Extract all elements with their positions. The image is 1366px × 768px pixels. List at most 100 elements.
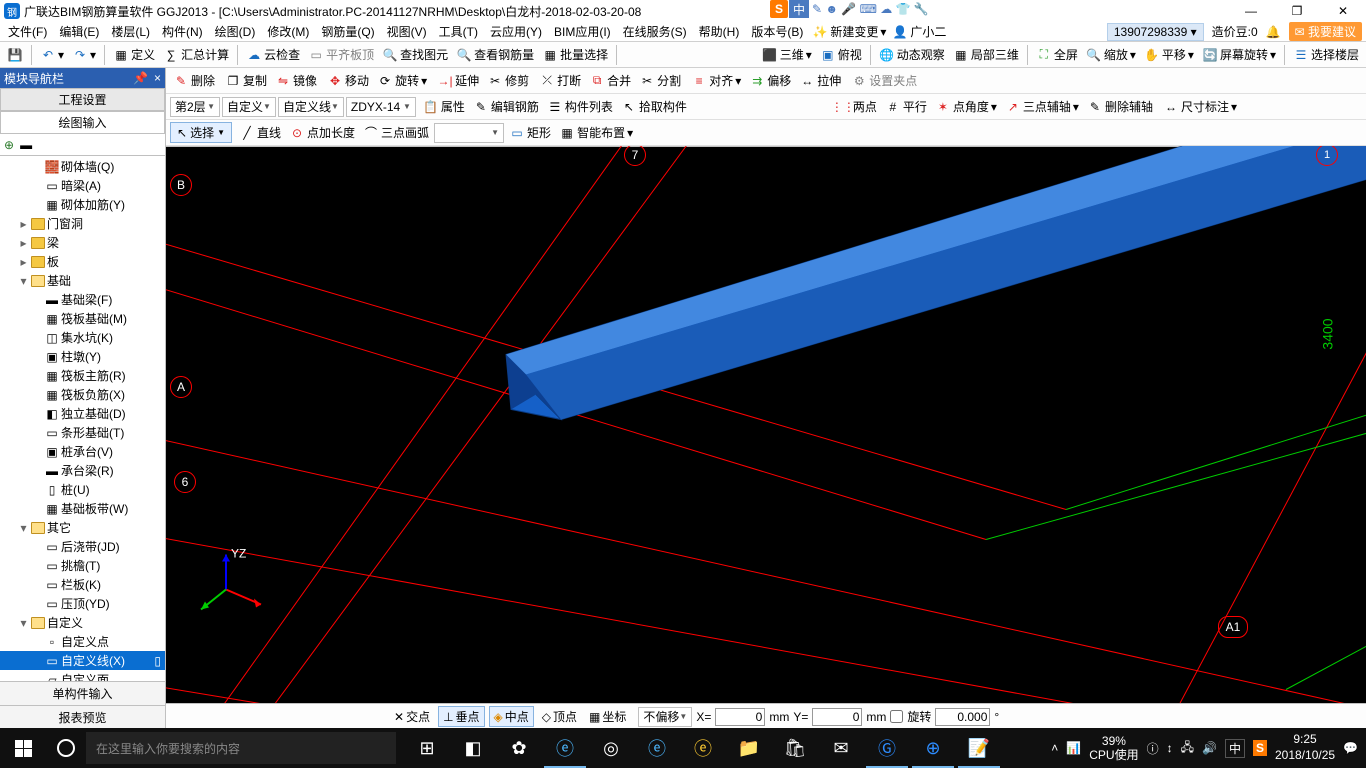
line-tool-button[interactable]: ╱直线 <box>236 123 284 142</box>
task-mail-button[interactable]: ✉ <box>818 728 864 768</box>
x-input[interactable] <box>715 708 765 726</box>
pick-component-button[interactable]: ↖拾取构件 <box>618 97 690 116</box>
tree-item[interactable]: ▬基础梁(F) <box>0 290 165 309</box>
tree-item[interactable]: ▱自定义面 <box>0 670 165 681</box>
tree-item[interactable]: ▦基础板带(W) <box>0 499 165 518</box>
suggestion-button[interactable]: ✉ 我要建议 <box>1289 22 1362 41</box>
snap-intersection[interactable]: ✕交点 <box>390 707 434 726</box>
y-input[interactable] <box>812 708 862 726</box>
tray-network-icon[interactable]: 🖧 <box>1181 738 1194 759</box>
menu-draw[interactable]: 绘图(D) <box>209 23 262 40</box>
offset-mode-dropdown[interactable]: 不偏移▼ <box>638 707 692 727</box>
offset-button[interactable]: ⇉偏移 <box>746 71 794 90</box>
task-view-button[interactable]: ⊞ <box>404 728 450 768</box>
minimize-button[interactable]: — <box>1228 0 1274 22</box>
menu-modify[interactable]: 修改(M) <box>261 23 315 40</box>
tree-item[interactable]: ▦筏板基础(M) <box>0 309 165 328</box>
split-button[interactable]: ✂分割 <box>636 71 684 90</box>
report-preview-tab[interactable]: 报表预览 <box>0 705 165 729</box>
task-app-3[interactable]: ◎ <box>588 728 634 768</box>
rectangle-tool-button[interactable]: ▭矩形 <box>506 123 554 142</box>
screen-rotate-button[interactable]: 🔄屏幕旋转 ▾ <box>1199 45 1279 64</box>
tree-item[interactable]: ▣桩承台(V) <box>0 442 165 461</box>
expand-all-icon[interactable]: ⊕ <box>4 138 14 152</box>
menu-view[interactable]: 视图(V) <box>381 23 433 40</box>
menu-cloud[interactable]: 云应用(Y) <box>484 23 548 40</box>
tray-graph-icon[interactable]: 📊 <box>1066 741 1081 755</box>
task-ie-button[interactable]: ⓔ <box>542 728 588 768</box>
task-app-5[interactable]: 📝 <box>956 728 1002 768</box>
top-view-button[interactable]: ▣俯视 <box>817 45 865 64</box>
rotate-button[interactable]: ⟳旋转 ▾ <box>374 71 430 90</box>
cloud-check-button[interactable]: ☁云检查 <box>243 45 303 64</box>
task-app-4[interactable]: Ⓖ <box>864 728 910 768</box>
angle-input[interactable] <box>935 708 990 726</box>
tree-item[interactable]: ▦筏板负筋(X) <box>0 385 165 404</box>
select-tool-button[interactable]: ↖选择 ▼ <box>170 122 232 143</box>
smart-layout-button[interactable]: ▦智能布置 ▾ <box>556 123 636 142</box>
snap-vertex[interactable]: ◇顶点 <box>538 707 581 726</box>
collapse-all-icon[interactable]: ▬ <box>20 138 32 152</box>
tree-item[interactable]: 🧱砌体墙(Q) <box>0 157 165 176</box>
task-app-2[interactable]: ✿ <box>496 728 542 768</box>
tree-item[interactable]: ▭后浇带(JD) <box>0 537 165 556</box>
delete-button[interactable]: ✎删除 <box>170 71 218 90</box>
snap-coordinate[interactable]: ▦坐标 <box>585 707 630 726</box>
tree-item[interactable]: ▾自定义 <box>0 613 165 632</box>
set-grip-button[interactable]: ⚙设置夹点 <box>848 71 920 90</box>
flat-top-button[interactable]: ▭平齐板顶 <box>305 45 377 64</box>
tray-icon-2[interactable]: ↕ <box>1167 741 1173 755</box>
draw-mode-dropdown[interactable]: ▼ <box>434 123 504 143</box>
tray-icon-1[interactable]: ⓘ <box>1147 740 1159 757</box>
tree-item[interactable]: ▭暗梁(A) <box>0 176 165 195</box>
merge-button[interactable]: ⧉合并 <box>586 71 634 90</box>
dimension-button[interactable]: ↔尺寸标注 ▾ <box>1160 97 1240 116</box>
category-dropdown[interactable]: 自定义▼ <box>222 97 276 117</box>
tray-up-icon[interactable]: ˄ <box>1051 741 1058 755</box>
tree-item[interactable]: ▭条形基础(T) <box>0 423 165 442</box>
stretch-button[interactable]: ↔拉伸 <box>796 71 844 90</box>
project-settings-tab[interactable]: 工程设置 <box>0 88 165 111</box>
define-button[interactable]: ▦定义 <box>110 45 158 64</box>
tree-item[interactable]: ▦砌体加筋(Y) <box>0 195 165 214</box>
windows-taskbar[interactable]: 在这里输入你要搜索的内容 ⊞ ◧ ✿ ⓔ ◎ ⓔ ⓔ 📁 🛍 ✉ Ⓖ ⊕ 📝 ˄… <box>0 728 1366 768</box>
edit-rebar-button[interactable]: ✎编辑钢筋 <box>470 97 542 116</box>
tray-clock[interactable]: 9:252018/10/25 <box>1275 732 1335 763</box>
tree-item[interactable]: ▫自定义点 <box>0 632 165 651</box>
find-element-button[interactable]: 🔍查找图元 <box>379 45 451 64</box>
menu-file[interactable]: 文件(F) <box>2 23 53 40</box>
point-length-button[interactable]: ⊙点加长度 <box>286 123 358 142</box>
ime-mode-label[interactable]: 中 <box>789 0 809 18</box>
select-floor-button[interactable]: ☰选择楼层 <box>1290 45 1362 64</box>
component-list-button[interactable]: ☰构件列表 <box>544 97 616 116</box>
tree-item[interactable]: ▦筏板主筋(R) <box>0 366 165 385</box>
menu-help[interactable]: 帮助(H) <box>693 23 746 40</box>
tree-item[interactable]: ▯桩(U) <box>0 480 165 499</box>
bell-icon[interactable]: 🔔 <box>1266 25 1281 39</box>
tree-item[interactable]: ◫集水坑(K) <box>0 328 165 347</box>
tree-item[interactable]: ▾其它 <box>0 518 165 537</box>
menu-tools[interactable]: 工具(T) <box>433 23 484 40</box>
tree-item[interactable]: ◧独立基础(D) <box>0 404 165 423</box>
align-button[interactable]: ≡对齐 ▾ <box>688 71 744 90</box>
menu-edit[interactable]: 编辑(E) <box>53 23 105 40</box>
point-angle-button[interactable]: ✶点角度 ▾ <box>932 97 1000 116</box>
tray-sogou-icon[interactable]: S <box>1253 740 1267 756</box>
tree-item[interactable]: ▸门窗洞 <box>0 214 165 233</box>
undo-button[interactable]: ↶▾ <box>37 46 67 64</box>
tree-item[interactable]: ▸板 <box>0 252 165 271</box>
menu-version[interactable]: 版本号(B) <box>745 23 809 40</box>
action-center-icon[interactable]: 💬 <box>1343 741 1358 755</box>
mirror-button[interactable]: ⇋镜像 <box>272 71 320 90</box>
two-point-button[interactable]: ⋮⋮两点 <box>832 97 880 116</box>
menu-bim[interactable]: BIM应用(I) <box>548 23 617 40</box>
trim-button[interactable]: ✂修剪 <box>484 71 532 90</box>
tray-volume-icon[interactable]: 🔊 <box>1202 741 1217 755</box>
delete-axis-button[interactable]: ✎删除辅轴 <box>1084 97 1156 116</box>
assistant-button[interactable]: 👤广小二 <box>889 22 949 41</box>
menu-component[interactable]: 构件(N) <box>156 23 209 40</box>
three-point-axis-button[interactable]: ↗三点辅轴 ▾ <box>1002 97 1082 116</box>
task-app-1[interactable]: ◧ <box>450 728 496 768</box>
single-component-input-tab[interactable]: 单构件输入 <box>0 681 165 705</box>
pin-icon[interactable]: 📌 <box>133 71 148 85</box>
